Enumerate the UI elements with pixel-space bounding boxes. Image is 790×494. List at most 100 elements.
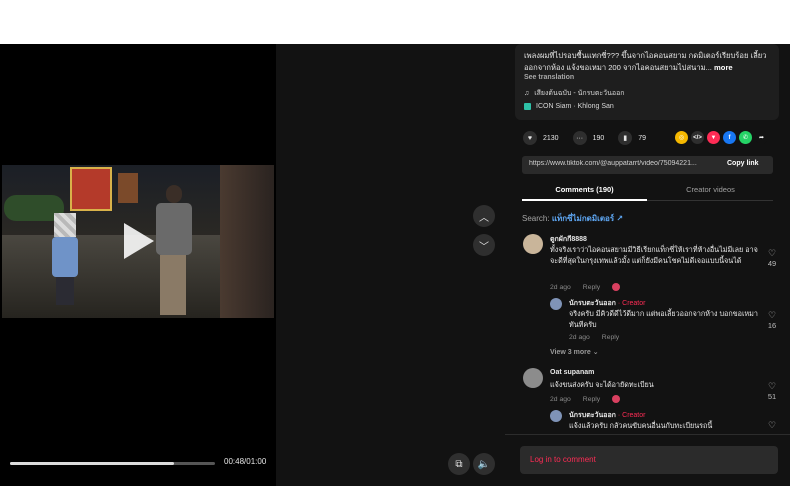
like-action[interactable]: ♥ 2130	[523, 131, 559, 145]
comment-count: 190	[592, 134, 605, 142]
video-scene-person	[152, 185, 196, 315]
heart-outline-icon: ♡	[767, 248, 777, 258]
chevron-down-icon: ⌄	[592, 349, 599, 356]
video-scene-person-blurred	[50, 213, 80, 305]
comment-bubble-icon: ···	[572, 131, 587, 145]
volume-button[interactable]: 🔈	[473, 453, 495, 475]
heart-icon: ♥	[523, 131, 537, 145]
creator-liked-icon	[612, 395, 621, 403]
avatar[interactable]	[523, 234, 543, 254]
comment-like-count: 49	[767, 259, 777, 268]
creator-badge: · Creator	[617, 300, 646, 307]
copy-link-button[interactable]: Copy link	[727, 160, 759, 167]
reply-button[interactable]: Reply	[583, 284, 600, 291]
save-action[interactable]: ▮ 79	[618, 131, 646, 145]
see-translation-link[interactable]: See translation	[524, 74, 574, 81]
facebook-icon[interactable]: f	[723, 131, 736, 144]
video-scene-billboard	[70, 167, 112, 211]
heart-outline-icon: ♡	[767, 420, 777, 430]
comment-like[interactable]: ♡ 51	[762, 381, 782, 401]
comment-like[interactable]: ♡	[762, 420, 782, 430]
coin-icon[interactable]: ◎	[675, 131, 688, 144]
comment-text: แจ้งขนส่งครับ จะได้อายัดทะเบียน	[550, 380, 654, 389]
chevron-down-icon: ﹀	[479, 241, 489, 253]
share-arrow-icon[interactable]: ➦	[755, 131, 768, 144]
location-row[interactable]: ICON Siam · Khlong San	[524, 103, 614, 110]
music-row[interactable]: ♫ เสียงต้นฉบับ - นักรบตะวันออก	[524, 88, 625, 99]
picture-in-picture-button[interactable]: ⧉	[448, 453, 470, 475]
floating-player-icon: ⧉	[455, 458, 463, 470]
video-time-readout: 00:48/01:00	[224, 457, 267, 466]
page-top-margin	[0, 0, 790, 44]
reply-button[interactable]: Reply	[602, 334, 619, 341]
side-panel: เพลงผมที่ไปรอบซื้นแทกซี่??? ขึ้นจากไอคอน…	[505, 44, 790, 486]
save-count: 79	[638, 134, 647, 142]
video-link-url[interactable]: https://www.tiktok.com/@auppatarrt/video…	[529, 160, 717, 167]
video-scene-car-door	[220, 165, 274, 318]
creator-liked-icon	[612, 283, 621, 291]
avatar[interactable]	[523, 368, 543, 388]
music-note-icon: ♫	[524, 90, 530, 97]
page-bottom-margin	[0, 486, 790, 494]
comment-action[interactable]: ··· 190	[572, 131, 605, 145]
next-video-button[interactable]: ﹀	[473, 234, 495, 256]
embed-icon[interactable]: </>	[691, 131, 704, 144]
tiktok-video-viewer: 00:48/01:00 ︿ ﹀ ⧉ 🔈 เพลงผมที่ไปรอบซื้นแท…	[0, 44, 790, 486]
comment-text: จริงครับ มีคิวดีดีไว้ดีมาก แต่พอเลี้ยวออ…	[569, 309, 758, 329]
search-query: แท็กซี่ไม่กดมิเตอร์	[551, 214, 615, 223]
link-box: https://www.tiktok.com/@auppatarrt/video…	[522, 156, 773, 174]
related-search[interactable]: Search: แท็กซี่ไม่กดมิเตอร์ ↗	[522, 212, 623, 225]
comment-like[interactable]: ♡ 16	[762, 310, 782, 330]
location-icon	[524, 103, 531, 110]
comment-date: 2d ago	[550, 395, 571, 403]
search-arrow-icon: ↗	[616, 214, 624, 223]
heart-outline-icon: ♡	[767, 381, 777, 391]
login-to-comment-box[interactable]: Log in to comment	[520, 446, 778, 474]
comment-date: 2d ago	[569, 334, 590, 341]
video-scene-sign	[118, 173, 138, 203]
video-frame[interactable]	[2, 165, 274, 318]
engagement-actions: ♥ 2130 ··· 190 ▮ 79	[523, 130, 660, 146]
tab-comments[interactable]: Comments (190)	[522, 185, 647, 194]
panel-tabs: Comments (190) Creator videos	[522, 184, 773, 201]
video-progress-bar[interactable]	[10, 462, 215, 465]
send-icon[interactable]: ▼	[707, 131, 720, 144]
comment-like[interactable]: ♡ 49	[762, 248, 782, 268]
divider	[505, 434, 790, 435]
comment-meta: 2d ago Reply	[550, 283, 621, 291]
video-description: เพลงผมที่ไปรอบซื้นแทกซี่??? ขึ้นจากไอคอน…	[524, 50, 772, 74]
comment-meta: 2d ago Reply	[569, 334, 619, 341]
location-name: ICON Siam · Khlong San	[536, 103, 614, 110]
speaker-icon: 🔈	[477, 458, 491, 470]
search-label: Search:	[522, 214, 550, 223]
comment-author[interactable]: Oat supanam	[550, 369, 594, 376]
comment-date: 2d ago	[550, 283, 571, 291]
avatar[interactable]	[550, 298, 562, 310]
avatar[interactable]	[550, 410, 562, 422]
like-count: 2130	[543, 134, 559, 142]
video-progress-fill	[10, 462, 174, 465]
comment-text: แจ้งแล้วครับ กลัวคนขับคนอื่นนกับทะเบียนร…	[569, 421, 713, 430]
login-to-comment-link[interactable]: Log in to comment	[530, 455, 596, 464]
chevron-up-icon: ︿	[479, 212, 489, 224]
whatsapp-icon[interactable]: ✆	[739, 131, 752, 144]
tab-creator-videos[interactable]: Creator videos	[648, 185, 773, 194]
heart-outline-icon: ♡	[767, 310, 777, 320]
previous-video-button[interactable]: ︿	[473, 205, 495, 227]
description-box: เพลงผมที่ไปรอบซื้นแทกซี่??? ขึ้นจากไอคอน…	[515, 44, 779, 120]
view-more-replies-button[interactable]: View 3 more ⌄	[550, 348, 599, 356]
reply-button[interactable]: Reply	[583, 396, 600, 403]
comment-list: ตูกผักกี8888 ทั้งจริงเราว่าไอคอนสยามมีวิ…	[505, 230, 790, 430]
comment-like-count: 16	[767, 321, 777, 330]
share-icons: ◎ </> ▼ f ✆ ➦	[675, 131, 768, 144]
play-icon[interactable]	[124, 223, 154, 259]
comment-meta: 2d ago Reply	[550, 395, 621, 403]
video-pane[interactable]: 00:48/01:00	[0, 44, 276, 486]
comment-text: ทั้งจริงเราว่าไอคอนสยามมีวิธีเรียกแท็กซี…	[550, 245, 758, 265]
bookmark-icon: ▮	[618, 131, 633, 145]
tab-active-indicator	[522, 199, 647, 201]
music-title: เสียงต้นฉบับ - นักรบตะวันออก	[534, 90, 625, 97]
comment-like-count: 51	[767, 392, 777, 401]
creator-badge: · Creator	[617, 412, 646, 419]
more-button[interactable]: more	[714, 63, 733, 72]
